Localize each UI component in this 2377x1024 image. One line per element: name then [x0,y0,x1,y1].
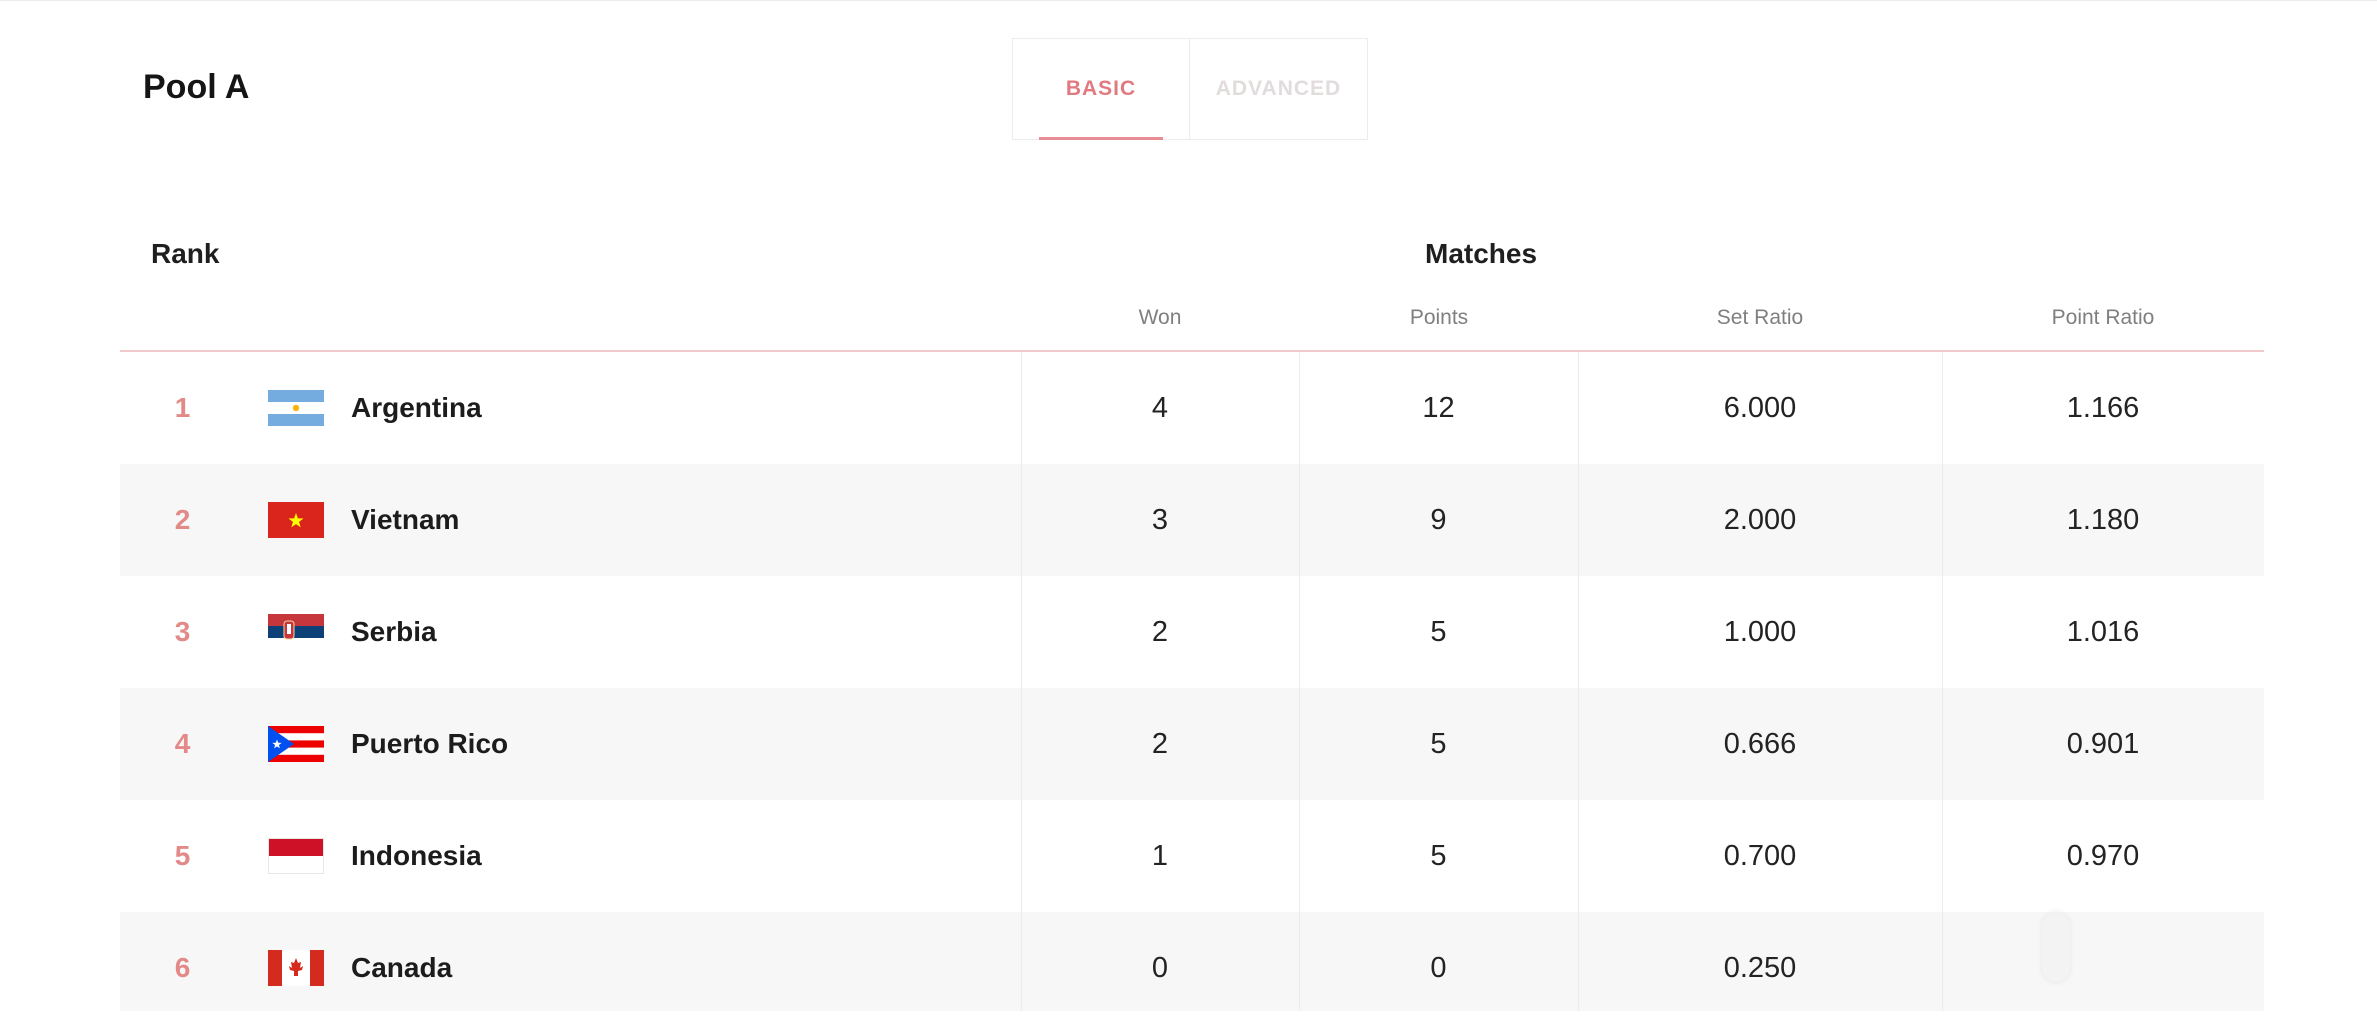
set-ratio-cell: 0.666 [1723,727,1797,760]
indonesia-flag-icon [268,838,324,874]
points-cell: 5 [1430,727,1447,760]
rank-cell: 6 [174,952,191,983]
point-ratio-cell: 1.016 [2066,615,2140,648]
set-ratio-cell: 2.000 [1723,503,1797,536]
set-ratio-cell: 1.000 [1723,615,1797,648]
vietnam-flag-icon [268,502,324,538]
column-divider [1021,352,1022,1011]
rank-cell: 1 [174,392,191,423]
points-cell: 5 [1430,615,1447,648]
canada-flag-icon [268,950,324,986]
won-cell: 3 [1151,503,1169,536]
column-header-point-ratio: Point Ratio [2051,306,2155,329]
won-cell: 4 [1151,391,1169,424]
team-name[interactable]: Argentina [351,352,482,464]
tab-advanced[interactable]: ADVANCED [1190,38,1368,140]
set-ratio-cell: 0.250 [1723,951,1797,984]
column-divider [1942,352,1943,1011]
top-divider [0,0,2377,1]
column-header-set-ratio: Set Ratio [1716,306,1804,329]
points-cell: 12 [1422,391,1455,424]
column-divider [1578,352,1579,1011]
rank-cell: 2 [174,504,191,535]
won-cell: 2 [1151,727,1169,760]
column-header-won: Won [1138,306,1182,329]
set-ratio-cell: 6.000 [1723,391,1797,424]
rank-cell: 3 [174,616,191,647]
point-ratio-cell [1942,912,2264,1024]
team-name[interactable]: Serbia [351,576,437,688]
point-ratio-cell: 0.901 [2066,727,2140,760]
column-divider [1299,352,1300,1011]
rank-cell: 5 [174,840,191,871]
matches-header: Matches [1425,238,1538,269]
set-ratio-cell: 0.700 [1723,839,1797,872]
team-name[interactable]: Puerto Rico [351,688,508,800]
points-cell: 5 [1430,839,1447,872]
tab-basic[interactable]: BASIC [1012,38,1190,140]
page-title: Pool A [143,68,250,106]
point-ratio-cell: 0.970 [2066,839,2140,872]
point-ratio-cell: 1.166 [2066,391,2140,424]
puerto-rico-flag-icon [268,726,324,762]
points-cell: 9 [1430,503,1447,536]
view-tabs: BASIC ADVANCED [1012,38,1368,142]
scroll-handle[interactable] [2042,912,2070,982]
team-name[interactable]: Canada [351,912,452,1024]
rank-cell: 4 [174,728,191,759]
team-name[interactable]: Vietnam [351,464,459,576]
rank-header: Rank [151,238,220,269]
won-cell: 0 [1151,951,1169,984]
team-name[interactable]: Indonesia [351,800,482,912]
serbia-flag-icon [268,614,324,650]
argentina-flag-icon [268,390,324,426]
won-cell: 2 [1151,615,1169,648]
points-cell: 0 [1430,951,1447,984]
column-header-points: Points [1409,306,1469,329]
point-ratio-cell: 1.180 [2066,503,2140,536]
won-cell: 1 [1151,839,1169,872]
